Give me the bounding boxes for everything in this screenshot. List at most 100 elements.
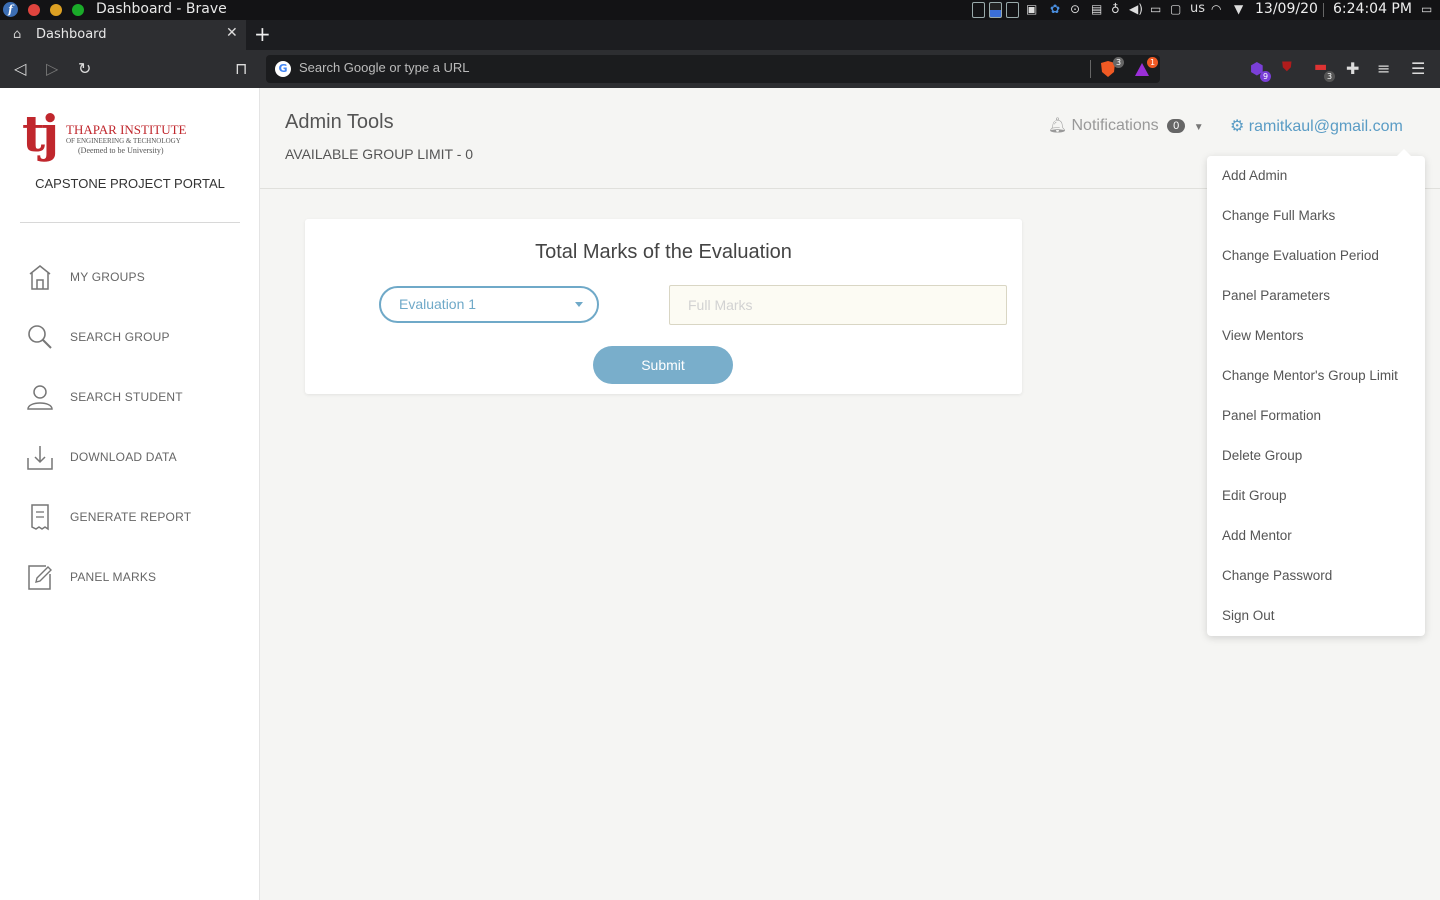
window-maximize-icon[interactable] <box>72 4 84 16</box>
tab-title: Dashboard <box>36 27 107 42</box>
browser-tab-strip: ⌂ Dashboard ✕ + <box>0 20 1440 50</box>
sidebar: tj THAPAR INSTITUTE OF ENGINEERING & TEC… <box>0 88 260 900</box>
notifications-dropdown[interactable]: 🔔︎ Notifications 0 ▼ <box>1048 116 1204 135</box>
browser-toolbar: ◁ ▷ ↻ ⊓ G Search Google or type a URL 3 … <box>0 50 1440 88</box>
battery-icon[interactable]: ▭ <box>1150 2 1161 16</box>
url-placeholder: Search Google or type a URL <box>299 60 470 75</box>
tab-close-icon[interactable]: ✕ <box>226 25 238 41</box>
home-icon <box>29 265 51 290</box>
media-icon[interactable]: ⊙ <box>1070 2 1080 16</box>
report-icon <box>31 504 49 531</box>
sidebar-item-search-group[interactable]: SEARCH GROUP <box>26 322 246 352</box>
sidebar-item-search-student[interactable]: SEARCH STUDENT <box>26 382 246 412</box>
display-icon[interactable]: ▢ <box>1170 2 1181 16</box>
user-email: ramitkaul@gmail.com <box>1248 118 1403 135</box>
menu-item-add-admin[interactable]: Add Admin <box>1207 156 1425 196</box>
menu-item-view-mentors[interactable]: View Mentors <box>1207 316 1425 356</box>
url-divider <box>1090 60 1091 78</box>
select-caret-icon <box>575 302 583 307</box>
total-marks-card: Total Marks of the Evaluation Evaluation… <box>305 219 1022 394</box>
menu-item-change-mentor-group-limit[interactable]: Change Mentor's Group Limit <box>1207 356 1425 396</box>
edit-icon <box>28 565 52 590</box>
sidebar-item-panel-marks[interactable]: PANEL MARKS <box>26 562 246 592</box>
location-icon[interactable]: ♁ <box>1111 2 1120 16</box>
menu-item-change-password[interactable]: Change Password <box>1207 556 1425 596</box>
download-icon <box>27 446 53 470</box>
submit-button[interactable]: Submit <box>593 346 733 384</box>
os-top-bar: f Dashboard - Brave ▣ ✿ ⊙ ▤ ♁ ◀) ▭ ▢ us … <box>0 0 1440 20</box>
notifications-count-badge: 0 <box>1167 118 1186 133</box>
ublock-origin-icon[interactable]: ⛊ <box>1282 60 1292 75</box>
browser-menu-icon[interactable]: ☰ <box>1411 59 1425 78</box>
dropdown-arrow <box>1397 149 1411 156</box>
user-icon <box>27 385 53 410</box>
back-icon[interactable]: ◁ <box>14 59 26 78</box>
media-queue-icon[interactable]: ≡ <box>1377 59 1390 78</box>
logo-monogram: tj <box>22 104 59 163</box>
search-icon <box>28 325 52 349</box>
wifi-icon[interactable]: ◠ <box>1211 2 1221 16</box>
logo-deemed: (Deemed to be University) <box>78 146 164 155</box>
menu-item-panel-formation[interactable]: Panel Formation <box>1207 396 1425 436</box>
available-group-limit: AVAILABLE GROUP LIMIT - 0 <box>285 146 474 162</box>
sidebar-item-label: SEARCH STUDENT <box>70 390 183 404</box>
tab-favicon-home-icon: ⌂ <box>13 27 22 42</box>
logo-institute-name: THAPAR INSTITUTE <box>66 122 187 137</box>
bookmark-icon[interactable]: ⊓ <box>235 59 247 78</box>
os-time: 6:24:04 PM <box>1333 1 1412 17</box>
menu-caret-icon[interactable]: ▼ <box>1234 2 1243 16</box>
full-marks-input[interactable] <box>669 285 1007 325</box>
workspace-1-icon[interactable] <box>972 2 985 18</box>
menu-item-edit-group[interactable]: Edit Group <box>1207 476 1425 516</box>
browser-tab[interactable]: ⌂ Dashboard ✕ <box>0 20 246 50</box>
extension-badge-1: 9 <box>1260 71 1272 82</box>
extensions-puzzle-icon[interactable]: ✚ <box>1346 59 1359 78</box>
admin-dropdown-menu: Add Admin Change Full Marks Change Evalu… <box>1207 149 1425 636</box>
evaluation-select-value: Evaluation 1 <box>399 296 477 312</box>
sidebar-item-label: MY GROUPS <box>70 270 145 284</box>
menu-item-change-full-marks[interactable]: Change Full Marks <box>1207 196 1425 236</box>
extension-badge-2: 3 <box>1324 71 1336 82</box>
sidebar-item-download-data[interactable]: DOWNLOAD DATA <box>26 442 246 472</box>
menu-item-delete-group[interactable]: Delete Group <box>1207 436 1425 476</box>
sidebar-item-label: GENERATE REPORT <box>70 510 192 524</box>
menu-item-change-evaluation-period[interactable]: Change Evaluation Period <box>1207 236 1425 276</box>
sidebar-item-label: DOWNLOAD DATA <box>70 450 177 464</box>
keyboard-layout[interactable]: us <box>1190 1 1205 16</box>
url-bar[interactable]: G Search Google or type a URL 3 1 <box>266 55 1160 83</box>
window-close-icon[interactable] <box>28 4 40 16</box>
workspace-2-icon[interactable] <box>989 2 1002 18</box>
screen-icon[interactable]: ▣ <box>1026 2 1037 16</box>
calendar-icon[interactable]: ▭ <box>1421 2 1432 16</box>
gear-icon: ⚙ <box>1230 118 1245 135</box>
logo-subtitle: OF ENGINEERING & TECHNOLOGY <box>66 137 181 145</box>
fedora-logo-icon[interactable]: f <box>3 2 18 17</box>
window-title: Dashboard - Brave <box>96 1 227 17</box>
forward-icon[interactable]: ▷ <box>46 59 58 78</box>
sidebar-item-my-groups[interactable]: MY GROUPS <box>26 262 246 292</box>
volume-icon[interactable]: ◀) <box>1129 2 1143 16</box>
workspace-3-icon[interactable] <box>1006 2 1019 18</box>
thapar-logo[interactable]: tj THAPAR INSTITUTE OF ENGINEERING & TEC… <box>22 106 192 164</box>
sidebar-item-generate-report[interactable]: GENERATE REPORT <box>26 502 246 532</box>
google-icon: G <box>275 61 291 77</box>
card-title: Total Marks of the Evaluation <box>535 241 792 263</box>
notifications-label: Notifications <box>1071 117 1159 134</box>
evaluation-select[interactable]: Evaluation 1 <box>379 286 599 323</box>
shield-count-badge: 3 <box>1113 57 1125 68</box>
user-menu-toggle[interactable]: ⚙ ramitkaul@gmail.com <box>1230 116 1403 136</box>
window-minimize-icon[interactable] <box>50 4 62 16</box>
reload-icon[interactable]: ↻ <box>78 59 91 78</box>
menu-item-add-mentor[interactable]: Add Mentor <box>1207 516 1425 556</box>
menu-item-sign-out[interactable]: Sign Out <box>1207 596 1425 636</box>
chevron-down-icon: ▼ <box>1193 122 1204 133</box>
os-date: 13/09/20 <box>1255 1 1318 17</box>
sidebar-divider <box>20 222 240 223</box>
sidebar-item-label: SEARCH GROUP <box>70 330 170 344</box>
rewards-count-badge: 1 <box>1147 57 1159 68</box>
menu-item-panel-parameters[interactable]: Panel Parameters <box>1207 276 1425 316</box>
bell-icon: 🔔︎ <box>1048 117 1068 134</box>
settings-tray-icon[interactable]: ✿ <box>1050 2 1060 16</box>
clipboard-icon[interactable]: ▤ <box>1091 2 1102 16</box>
new-tab-plus-icon[interactable]: + <box>254 22 271 46</box>
